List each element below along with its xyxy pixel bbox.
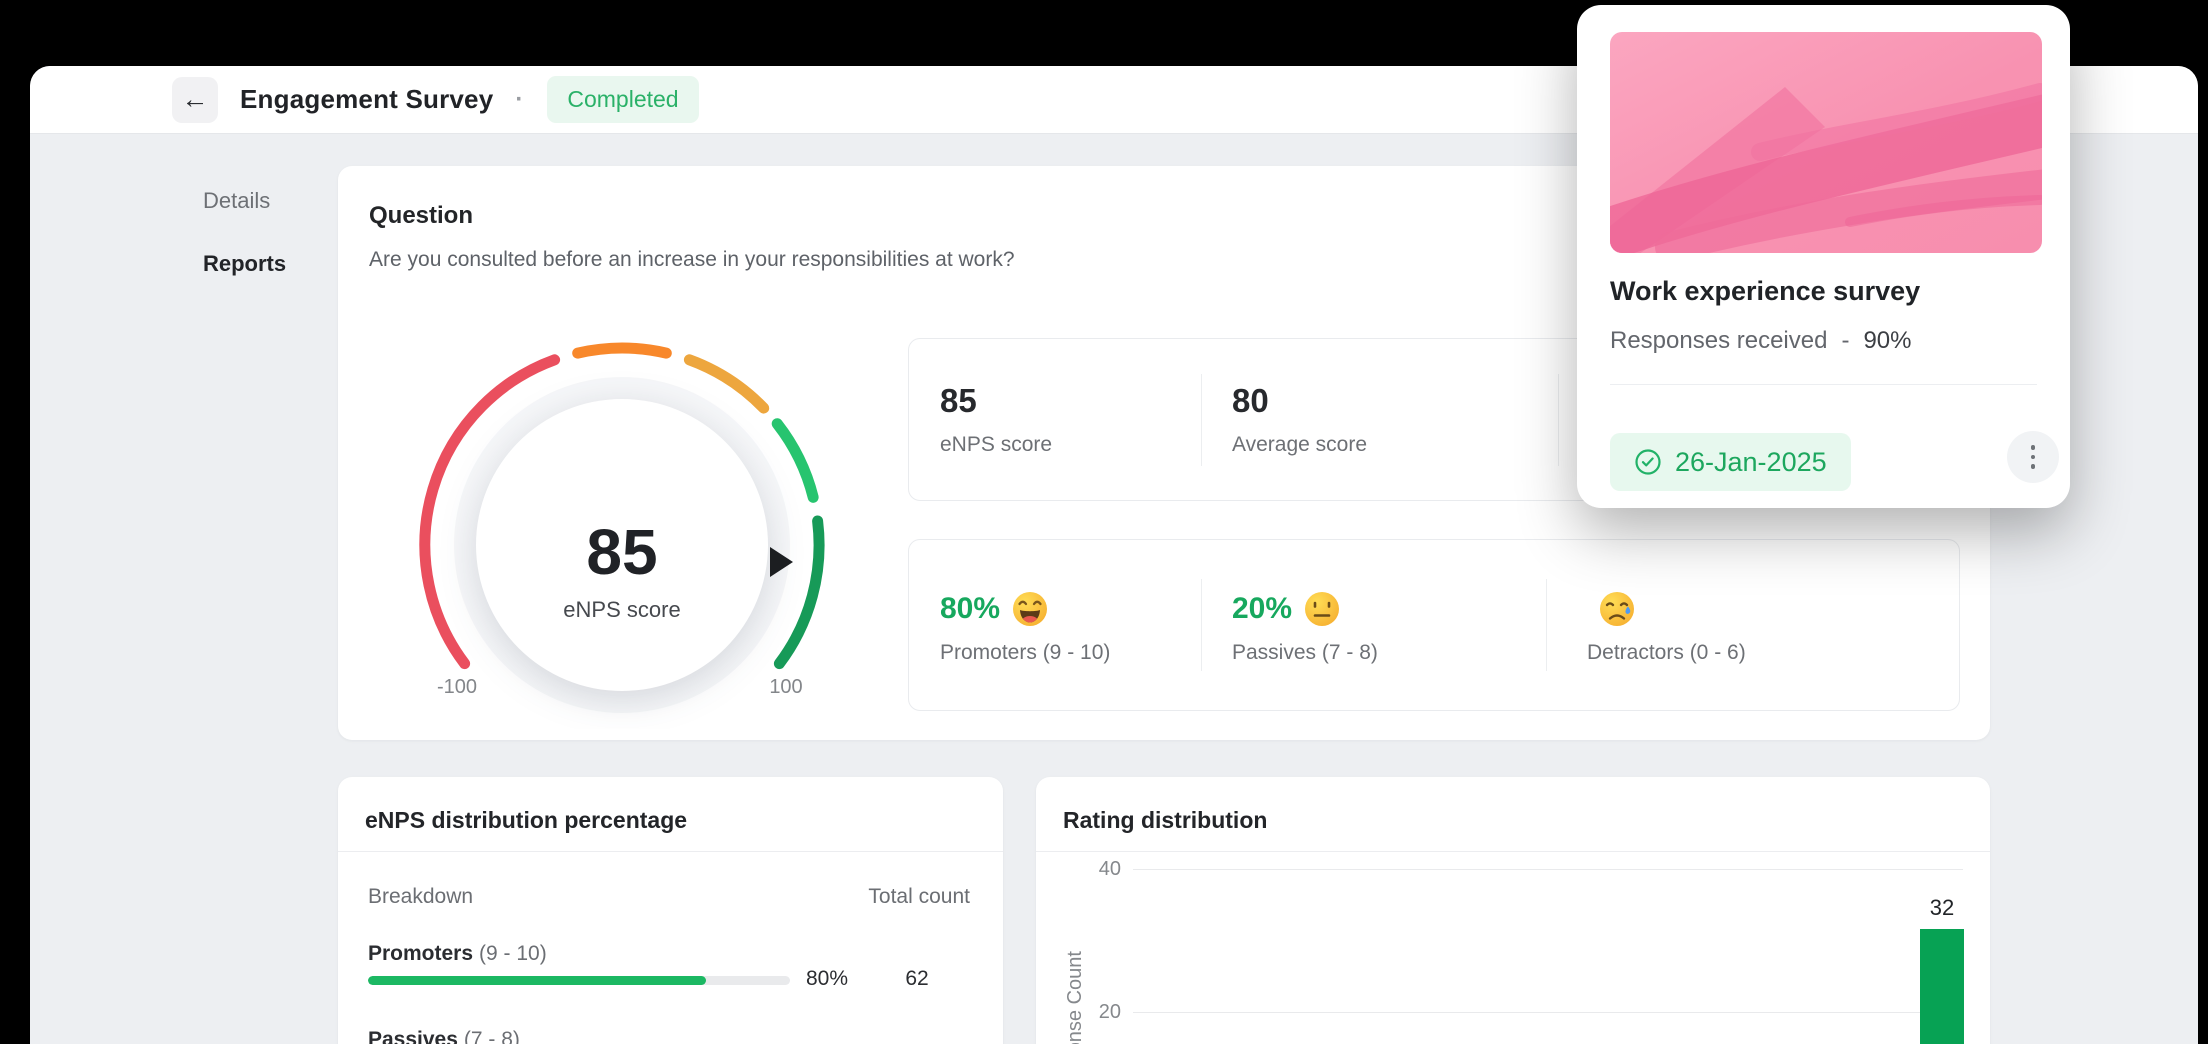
sidebar-item-details[interactable]: Details — [203, 188, 270, 214]
rating-distribution-title: Rating distribution — [1063, 807, 1268, 833]
divider — [338, 851, 1003, 852]
gridline-40 — [1133, 869, 1963, 870]
divider — [1036, 851, 1990, 852]
passives-percent: 20% — [1232, 592, 1293, 625]
responses-separator: - — [1841, 327, 1850, 354]
neutral-face-emoji — [1305, 592, 1340, 626]
promoters-progress-fill — [368, 976, 706, 985]
question-text: Are you consulted before an increase in … — [369, 248, 1015, 271]
total-count-column-header: Total count — [868, 885, 970, 908]
promoters-percent-value: 80% — [805, 967, 848, 990]
promoters-segment: 80% Promoters (9 - 10) — [909, 540, 1201, 710]
screen: ← Engagement Survey · Completed Details … — [0, 0, 2208, 1044]
divider — [1610, 384, 2037, 385]
row-range-text: (9 - 10) — [479, 942, 547, 965]
gauge-min-label: -100 — [436, 676, 478, 698]
completion-date-chip: 26-Jan-2025 — [1610, 433, 1851, 491]
responses-value: 90% — [1863, 327, 1912, 354]
title-separator-dot: · — [515, 85, 524, 113]
pink-brush-artwork — [1610, 32, 2042, 253]
enps-distribution-title: eNPS distribution percentage — [365, 807, 688, 833]
gridline-20 — [1133, 1012, 1963, 1013]
arrow-left-icon: ← — [181, 84, 209, 114]
survey-cover-image — [1610, 32, 2042, 253]
work-experience-survey-card[interactable]: Work experience survey Responses receive… — [1577, 5, 2070, 508]
promoters-label: Promoters (9 - 10) — [940, 641, 1111, 664]
passives-label: Passives (7 - 8) — [1232, 641, 1378, 664]
promoters-percent: 80% — [940, 592, 1001, 625]
passives-segment: 20% Passives (7 - 8) — [1202, 540, 1546, 710]
completion-date: 26-Jan-2025 — [1675, 446, 1827, 477]
sidebar-item-reports[interactable]: Reports — [203, 251, 286, 277]
crying-face-emoji — [1600, 592, 1634, 626]
row-name-text: Passives — [368, 1028, 458, 1044]
rating-distribution-card: Rating distribution 40 20 Response Count… — [1036, 777, 1990, 1044]
average-score-label: Average score — [1232, 433, 1368, 456]
detractors-segment: Detractors (0 - 6) — [1547, 540, 1959, 710]
detractors-label: Detractors (0 - 6) — [1587, 641, 1746, 664]
status-badge: Completed — [547, 76, 699, 123]
promoters-row-label: Promoters (9 - 10) — [368, 942, 547, 966]
responses-label: Responses received — [1610, 327, 1828, 354]
segments-card: 80% Promoters (9 - 10) 20% Passives (7 -… — [908, 539, 1960, 711]
rating-bar — [1920, 929, 1964, 1044]
question-card-title: Question — [369, 202, 474, 229]
y-axis-label: Response Count — [1064, 951, 1086, 1044]
gauge-segment-orange — [572, 342, 672, 359]
survey-title: Work experience survey — [1610, 276, 1921, 306]
gauge-max-label: 100 — [769, 676, 803, 698]
kebab-menu-icon — [2030, 445, 2036, 450]
enps-score-label: eNPS score — [940, 433, 1053, 456]
y-tick-40: 40 — [1098, 858, 1121, 880]
row-range-text: (7 - 8) — [463, 1028, 520, 1044]
promoters-progress-track — [368, 976, 790, 985]
enps-distribution-card: eNPS distribution percentage Breakdown T… — [338, 777, 1003, 1044]
breakdown-column-header: Breakdown — [368, 885, 474, 908]
kebab-menu-button[interactable] — [2007, 431, 2059, 483]
page-title: Engagement Survey — [240, 84, 494, 114]
check-circle-icon — [1635, 449, 1661, 475]
bar-value-label: 32 — [1929, 895, 1955, 920]
promoters-total-count: 62 — [905, 967, 929, 990]
average-score-stat: 80 Average score — [1202, 339, 1558, 500]
grinning-face-emoji — [1013, 592, 1048, 626]
gauge-label: eNPS score — [563, 597, 681, 622]
gauge-value: 85 — [586, 516, 658, 588]
passives-row-label: Passives (7 - 8) — [368, 1028, 520, 1044]
back-button[interactable]: ← — [172, 76, 218, 123]
gauge-segment-green — [771, 418, 819, 503]
responses-line: Responses received -90% — [1610, 327, 1912, 355]
enps-score-stat: 85 eNPS score — [909, 339, 1201, 500]
enps-score-value: 85 — [940, 382, 977, 419]
average-score-value: 80 — [1232, 382, 1269, 419]
row-name-text: Promoters — [368, 942, 474, 965]
